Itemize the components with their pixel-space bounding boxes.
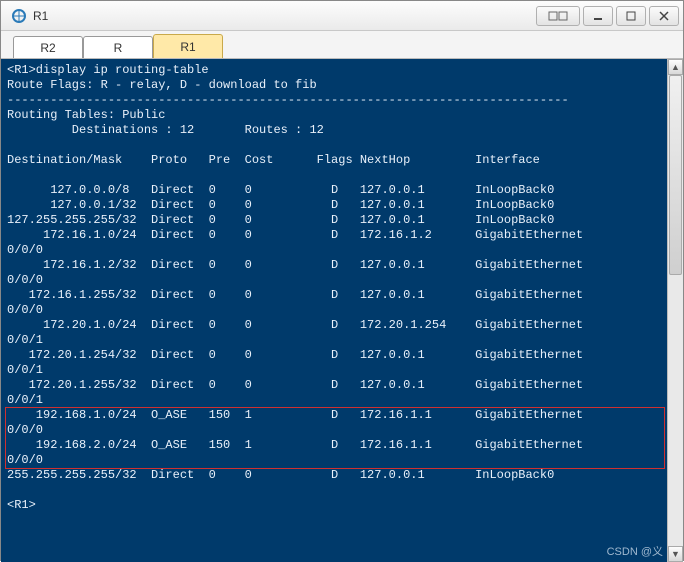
tab-bar: R2RR1	[1, 31, 683, 59]
scroll-thumb[interactable]	[669, 75, 682, 275]
scroll-up-arrow[interactable]: ▲	[668, 59, 683, 75]
restore-split-button[interactable]	[536, 6, 580, 26]
terminal-container: <R1>display ip routing-table Route Flags…	[1, 59, 683, 562]
scrollbar[interactable]: ▲ ▼	[667, 59, 683, 562]
tab-r2[interactable]: R2	[13, 36, 83, 58]
close-button[interactable]	[649, 6, 679, 26]
tab-r1[interactable]: R1	[153, 34, 223, 58]
maximize-button[interactable]	[616, 6, 646, 26]
terminal-output[interactable]: <R1>display ip routing-table Route Flags…	[1, 59, 683, 562]
window-title: R1	[33, 9, 48, 23]
tab-r[interactable]: R	[83, 36, 153, 58]
minimize-button[interactable]	[583, 6, 613, 26]
watermark: CSDN @义	[607, 543, 663, 559]
window-titlebar: R1	[1, 1, 683, 31]
window-controls	[533, 6, 679, 26]
scroll-down-arrow[interactable]: ▼	[668, 546, 683, 562]
app-icon	[11, 8, 27, 24]
